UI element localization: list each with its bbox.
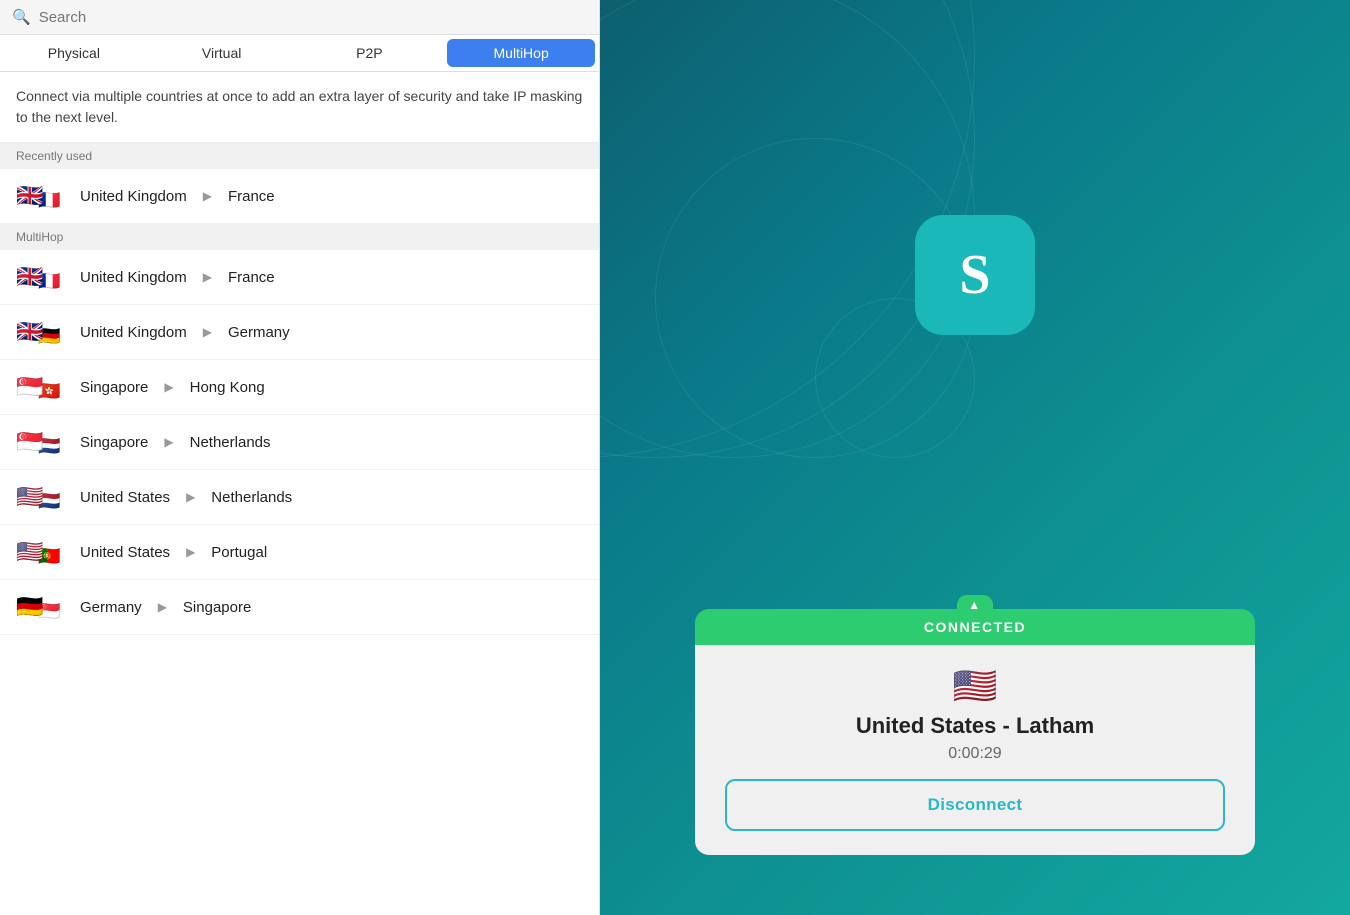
flags-3: 🇸🇬 🇳🇱 [16, 429, 68, 455]
list-item[interactable]: 🇺🇸 🇳🇱 United States ▶ Netherlands [0, 470, 599, 525]
list-item[interactable]: 🇩🇪 🇸🇬 Germany ▶ Singapore [0, 580, 599, 635]
logo-background: S [915, 215, 1035, 335]
connection-timer: 0:00:29 [948, 745, 1001, 763]
from-label-6: Germany [80, 599, 142, 616]
to-label-4: Netherlands [211, 489, 292, 506]
from-label-1: United Kingdom [80, 324, 187, 341]
flags-0: 🇬🇧 🇫🇷 [16, 264, 68, 290]
tab-virtual[interactable]: Virtual [148, 35, 296, 71]
connected-badge: ▲ CONNECTED [695, 609, 1255, 645]
from-label-3: Singapore [80, 434, 148, 451]
arrow-icon-5: ▶ [186, 545, 195, 559]
flags-1: 🇬🇧 🇩🇪 [16, 319, 68, 345]
arrow-icon-0: ▶ [203, 270, 212, 284]
left-panel: 🔍 Physical Virtual P2P MultiHop Connect … [0, 0, 600, 915]
connection-location: United States - Latham [856, 713, 1094, 739]
flag-from-6: 🇩🇪 [16, 594, 43, 620]
app-logo: S [915, 215, 1035, 335]
card-body: 🇺🇸 United States - Latham 0:00:29 Discon… [695, 645, 1255, 855]
tab-p2p[interactable]: P2P [296, 35, 444, 71]
flags-6: 🇩🇪 🇸🇬 [16, 594, 68, 620]
flags-4: 🇺🇸 🇳🇱 [16, 484, 68, 510]
to-label-5: Portugal [211, 544, 267, 561]
arrow-icon-3: ▶ [164, 435, 173, 449]
disconnect-button[interactable]: Disconnect [725, 779, 1225, 831]
multihop-section-header: MultiHop [0, 224, 599, 250]
arrow-icon-2: ▶ [164, 380, 173, 394]
to-label-recent: France [228, 188, 275, 205]
list-item[interactable]: 🇸🇬 🇳🇱 Singapore ▶ Netherlands [0, 415, 599, 470]
list-item[interactable]: 🇸🇬 🇭🇰 Singapore ▶ Hong Kong [0, 360, 599, 415]
flag-from-1: 🇬🇧 [16, 319, 43, 345]
flags-2: 🇸🇬 🇭🇰 [16, 374, 68, 400]
logo-letter: S [959, 247, 990, 303]
list-item[interactable]: 🇬🇧 🇫🇷 United Kingdom ▶ France [0, 250, 599, 305]
list-item[interactable]: 🇺🇸 🇵🇹 United States ▶ Portugal [0, 525, 599, 580]
to-label-3: Netherlands [190, 434, 271, 451]
list-item[interactable]: 🇬🇧 🇫🇷 United Kingdom ▶ France [0, 169, 599, 224]
flag-from-0: 🇬🇧 [16, 264, 43, 290]
connected-card: ▲ CONNECTED 🇺🇸 United States - Latham 0:… [695, 609, 1255, 855]
flag-from-4: 🇺🇸 [16, 484, 43, 510]
from-label-4: United States [80, 489, 170, 506]
arrow-icon-6: ▶ [158, 600, 167, 614]
arrow-icon-recent: ▶ [203, 189, 212, 203]
from-label-2: Singapore [80, 379, 148, 396]
flags-uk-fr-recent: 🇬🇧 🇫🇷 [16, 183, 68, 209]
search-input[interactable] [39, 9, 587, 26]
connected-status-label: CONNECTED [924, 619, 1026, 635]
flag-from-3: 🇸🇬 [16, 429, 43, 455]
to-label-2: Hong Kong [190, 379, 265, 396]
to-label-6: Singapore [183, 599, 251, 616]
connection-flag: 🇺🇸 [953, 665, 998, 707]
tab-physical[interactable]: Physical [0, 35, 148, 71]
chevron-up-icon[interactable]: ▲ [957, 595, 993, 615]
search-icon: 🔍 [12, 8, 31, 26]
tabs-container: Physical Virtual P2P MultiHop [0, 35, 599, 72]
arrow-icon-1: ▶ [203, 325, 212, 339]
flag-uk-recent: 🇬🇧 [16, 183, 43, 209]
from-label-0: United Kingdom [80, 269, 187, 286]
right-panel: S ▲ CONNECTED 🇺🇸 United States - Latham … [600, 0, 1350, 915]
flags-5: 🇺🇸 🇵🇹 [16, 539, 68, 565]
search-bar: 🔍 [0, 0, 599, 35]
flag-from-2: 🇸🇬 [16, 374, 43, 400]
to-label-1: Germany [228, 324, 290, 341]
arrow-icon-4: ▶ [186, 490, 195, 504]
from-label-5: United States [80, 544, 170, 561]
multihop-description: Connect via multiple countries at once t… [0, 72, 599, 143]
from-label-recent: United Kingdom [80, 188, 187, 205]
flag-from-5: 🇺🇸 [16, 539, 43, 565]
recently-used-header: Recently used [0, 143, 599, 169]
list-item[interactable]: 🇬🇧 🇩🇪 United Kingdom ▶ Germany [0, 305, 599, 360]
tab-multihop[interactable]: MultiHop [447, 39, 595, 67]
to-label-0: France [228, 269, 275, 286]
